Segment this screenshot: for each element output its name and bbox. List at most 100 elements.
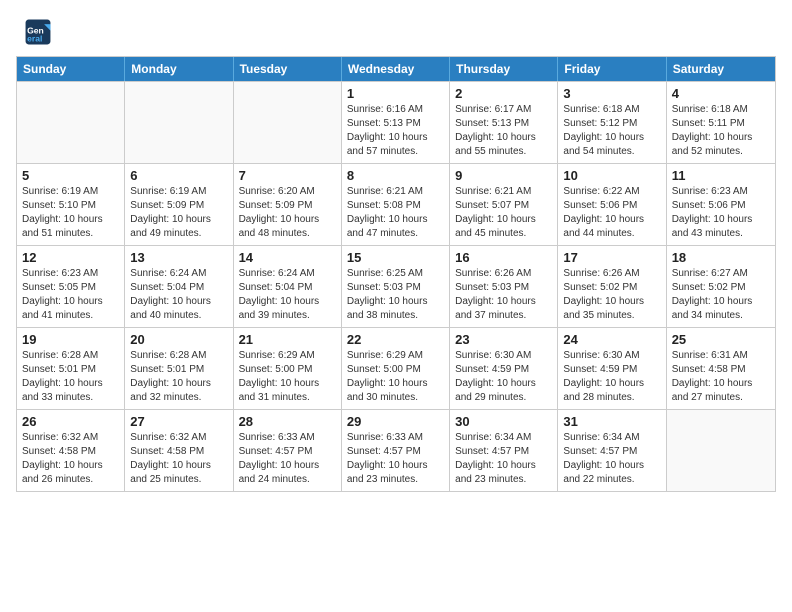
day-cell-30: 30Sunrise: 6:34 AM Sunset: 4:57 PM Dayli… bbox=[450, 410, 558, 491]
day-info: Sunrise: 6:32 AM Sunset: 4:58 PM Dayligh… bbox=[22, 431, 119, 487]
day-cell-7: 7Sunrise: 6:20 AM Sunset: 5:09 PM Daylig… bbox=[234, 164, 342, 245]
day-cell-empty bbox=[667, 410, 775, 491]
day-cell-26: 26Sunrise: 6:32 AM Sunset: 4:58 PM Dayli… bbox=[17, 410, 125, 491]
day-number: 10 bbox=[563, 168, 660, 183]
day-info: Sunrise: 6:23 AM Sunset: 5:06 PM Dayligh… bbox=[672, 185, 770, 241]
day-info: Sunrise: 6:18 AM Sunset: 5:12 PM Dayligh… bbox=[563, 103, 660, 159]
day-cell-22: 22 Sunrise: 6:29 AM Sunset: 5:00 PM Dayli… bbox=[342, 328, 450, 409]
day-number: 20 bbox=[130, 332, 227, 347]
day-cell-9: 9 Sunrise: 6:21 AM Sunset: 5:07 PM Daylig… bbox=[450, 164, 558, 245]
day-number: 19 bbox=[22, 332, 119, 347]
day-number: 22 bbox=[347, 332, 444, 347]
day-number: 11 bbox=[672, 168, 770, 183]
day-info: Sunrise: 6:30 AM Sunset: 4:59 PM Dayligh… bbox=[563, 349, 660, 405]
day-number: 12 bbox=[22, 250, 119, 265]
day-number: 1 bbox=[347, 86, 444, 101]
day-cell-empty bbox=[17, 82, 125, 163]
page-header: Gen eral bbox=[0, 0, 792, 52]
day-info: Sunrise: 6:18 AM Sunset: 5:11 PM Dayligh… bbox=[672, 103, 770, 159]
day-number: 30 bbox=[455, 414, 552, 429]
day-info: Sunrise: 6:31 AM Sunset: 4:58 PM Dayligh… bbox=[672, 349, 770, 405]
day-cell-27: 27 Sunrise: 6:32 AM Sunset: 4:58 PM Dayli… bbox=[125, 410, 233, 491]
day-number: 7 bbox=[239, 168, 336, 183]
calendar-body: 1 Sunrise: 6:16 AM Sunset: 5:13 PM Daylig… bbox=[17, 81, 775, 491]
day-info: Sunrise: 6:29 AM Sunset: 5:00 PM Dayligh… bbox=[347, 349, 444, 405]
logo-icon: Gen eral bbox=[24, 18, 52, 46]
calendar-week-1: 1 Sunrise: 6:16 AM Sunset: 5:13 PM Daylig… bbox=[17, 81, 775, 163]
day-cell-18: 18 Sunrise: 6:27 AM Sunset: 5:02 PM Dayli… bbox=[667, 246, 775, 327]
day-number: 2 bbox=[455, 86, 552, 101]
day-info: Sunrise: 6:33 AM Sunset: 4:57 PM Dayligh… bbox=[239, 431, 336, 487]
day-number: 13 bbox=[130, 250, 227, 265]
header-cell-wednesday: Wednesday bbox=[342, 57, 450, 81]
day-cell-8: 8 Sunrise: 6:21 AM Sunset: 5:08 PM Daylig… bbox=[342, 164, 450, 245]
day-number: 27 bbox=[130, 414, 227, 429]
day-cell-10: 10 Sunrise: 6:22 AM Sunset: 5:06 PM Dayli… bbox=[558, 164, 666, 245]
day-info: Sunrise: 6:19 AM Sunset: 5:09 PM Dayligh… bbox=[130, 185, 227, 241]
logo: Gen eral bbox=[24, 18, 54, 46]
day-number: 15 bbox=[347, 250, 444, 265]
day-number: 4 bbox=[672, 86, 770, 101]
calendar-week-2: 5 Sunrise: 6:19 AM Sunset: 5:10 PM Daylig… bbox=[17, 163, 775, 245]
day-cell-13: 13 Sunrise: 6:24 AM Sunset: 5:04 PM Dayli… bbox=[125, 246, 233, 327]
day-cell-12: 12 Sunrise: 6:23 AM Sunset: 5:05 PM Dayli… bbox=[17, 246, 125, 327]
day-number: 29 bbox=[347, 414, 444, 429]
day-info: Sunrise: 6:28 AM Sunset: 5:01 PM Dayligh… bbox=[22, 349, 119, 405]
day-number: 21 bbox=[239, 332, 336, 347]
day-info: Sunrise: 6:24 AM Sunset: 5:04 PM Dayligh… bbox=[130, 267, 227, 323]
header-cell-tuesday: Tuesday bbox=[234, 57, 342, 81]
day-number: 28 bbox=[239, 414, 336, 429]
day-cell-11: 11 Sunrise: 6:23 AM Sunset: 5:06 PM Dayli… bbox=[667, 164, 775, 245]
calendar-week-4: 19 Sunrise: 6:28 AM Sunset: 5:01 PM Dayli… bbox=[17, 327, 775, 409]
day-info: Sunrise: 6:27 AM Sunset: 5:02 PM Dayligh… bbox=[672, 267, 770, 323]
day-info: Sunrise: 6:32 AM Sunset: 4:58 PM Dayligh… bbox=[130, 431, 227, 487]
day-number: 14 bbox=[239, 250, 336, 265]
day-cell-4: 4 Sunrise: 6:18 AM Sunset: 5:11 PM Daylig… bbox=[667, 82, 775, 163]
calendar: SundayMondayTuesdayWednesdayThursdayFrid… bbox=[16, 56, 776, 492]
day-info: Sunrise: 6:21 AM Sunset: 5:08 PM Dayligh… bbox=[347, 185, 444, 241]
day-info: Sunrise: 6:29 AM Sunset: 5:00 PM Dayligh… bbox=[239, 349, 336, 405]
svg-text:eral: eral bbox=[27, 33, 42, 43]
header-cell-friday: Friday bbox=[558, 57, 666, 81]
calendar-header-row: SundayMondayTuesdayWednesdayThursdayFrid… bbox=[17, 57, 775, 81]
day-info: Sunrise: 6:16 AM Sunset: 5:13 PM Dayligh… bbox=[347, 103, 444, 159]
day-number: 6 bbox=[130, 168, 227, 183]
day-info: Sunrise: 6:26 AM Sunset: 5:02 PM Dayligh… bbox=[563, 267, 660, 323]
day-cell-28: 28 Sunrise: 6:33 AM Sunset: 4:57 PM Dayli… bbox=[234, 410, 342, 491]
day-info: Sunrise: 6:28 AM Sunset: 5:01 PM Dayligh… bbox=[130, 349, 227, 405]
day-cell-21: 21 Sunrise: 6:29 AM Sunset: 5:00 PM Dayli… bbox=[234, 328, 342, 409]
day-cell-25: 25Sunrise: 6:31 AM Sunset: 4:58 PM Dayli… bbox=[667, 328, 775, 409]
header-cell-thursday: Thursday bbox=[450, 57, 558, 81]
calendar-week-5: 26Sunrise: 6:32 AM Sunset: 4:58 PM Dayli… bbox=[17, 409, 775, 491]
day-info: Sunrise: 6:33 AM Sunset: 4:57 PM Dayligh… bbox=[347, 431, 444, 487]
day-cell-17: 17Sunrise: 6:26 AM Sunset: 5:02 PM Dayli… bbox=[558, 246, 666, 327]
header-cell-saturday: Saturday bbox=[667, 57, 775, 81]
day-cell-14: 14 Sunrise: 6:24 AM Sunset: 5:04 PM Dayli… bbox=[234, 246, 342, 327]
day-cell-3: 3Sunrise: 6:18 AM Sunset: 5:12 PM Daylig… bbox=[558, 82, 666, 163]
day-cell-2: 2 Sunrise: 6:17 AM Sunset: 5:13 PM Daylig… bbox=[450, 82, 558, 163]
day-cell-1: 1 Sunrise: 6:16 AM Sunset: 5:13 PM Daylig… bbox=[342, 82, 450, 163]
day-info: Sunrise: 6:26 AM Sunset: 5:03 PM Dayligh… bbox=[455, 267, 552, 323]
day-info: Sunrise: 6:22 AM Sunset: 5:06 PM Dayligh… bbox=[563, 185, 660, 241]
day-number: 31 bbox=[563, 414, 660, 429]
day-number: 24 bbox=[563, 332, 660, 347]
day-number: 8 bbox=[347, 168, 444, 183]
day-number: 23 bbox=[455, 332, 552, 347]
header-cell-monday: Monday bbox=[125, 57, 233, 81]
day-cell-31: 31Sunrise: 6:34 AM Sunset: 4:57 PM Dayli… bbox=[558, 410, 666, 491]
day-cell-5: 5 Sunrise: 6:19 AM Sunset: 5:10 PM Daylig… bbox=[17, 164, 125, 245]
day-info: Sunrise: 6:19 AM Sunset: 5:10 PM Dayligh… bbox=[22, 185, 119, 241]
day-number: 9 bbox=[455, 168, 552, 183]
day-cell-23: 23Sunrise: 6:30 AM Sunset: 4:59 PM Dayli… bbox=[450, 328, 558, 409]
day-cell-24: 24 Sunrise: 6:30 AM Sunset: 4:59 PM Dayli… bbox=[558, 328, 666, 409]
day-cell-20: 20 Sunrise: 6:28 AM Sunset: 5:01 PM Dayli… bbox=[125, 328, 233, 409]
day-info: Sunrise: 6:24 AM Sunset: 5:04 PM Dayligh… bbox=[239, 267, 336, 323]
day-cell-29: 29 Sunrise: 6:33 AM Sunset: 4:57 PM Dayli… bbox=[342, 410, 450, 491]
day-cell-19: 19 Sunrise: 6:28 AM Sunset: 5:01 PM Dayli… bbox=[17, 328, 125, 409]
day-number: 18 bbox=[672, 250, 770, 265]
day-info: Sunrise: 6:17 AM Sunset: 5:13 PM Dayligh… bbox=[455, 103, 552, 159]
day-cell-16: 16Sunrise: 6:26 AM Sunset: 5:03 PM Dayli… bbox=[450, 246, 558, 327]
day-number: 5 bbox=[22, 168, 119, 183]
day-info: Sunrise: 6:23 AM Sunset: 5:05 PM Dayligh… bbox=[22, 267, 119, 323]
day-info: Sunrise: 6:21 AM Sunset: 5:07 PM Dayligh… bbox=[455, 185, 552, 241]
